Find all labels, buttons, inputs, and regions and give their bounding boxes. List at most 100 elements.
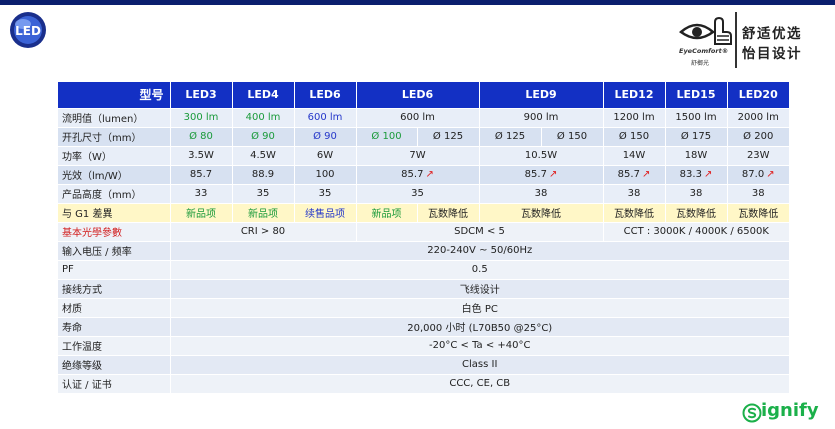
cell: -20°C < Ta < +40°C [169,335,789,355]
cell: 600 lm [355,107,479,127]
cell: 20,000 小时 (L70B50 @25°C) [169,316,789,336]
header-led4: LED4 [231,82,294,108]
top-accent-bar [0,0,835,5]
spec-table: 型号 LED3 LED4 LED6 LED6 LED9 LED12 LED15 … [58,82,789,393]
eyecomfort-brand: EyeComfort® 舒榔光 舒适优选 怡目设计 [677,10,829,70]
cell: 10.5W [478,145,603,165]
cell: Ø 125 [416,126,479,146]
row-label: 寿命 [58,316,170,336]
cell: 新品项 [355,202,417,222]
cell: 35 [355,183,479,203]
table-row-certification: 认证 / 证书 CCC, CE, CB [58,373,789,393]
brand-slogan-line1: 舒适优选 [742,26,802,42]
table-row-material: 材质 白色 PC [58,297,789,317]
cell: 18W [664,145,727,165]
cell: 85.7 [169,164,232,184]
cell: 88.9 [231,164,294,184]
brand-divider [735,12,737,68]
cell: 35 [231,183,294,203]
row-label: 与 G1 差異 [58,202,170,222]
header-led12: LED12 [602,82,665,108]
cell: 7W [355,145,479,165]
cell: 400 lm [231,107,294,127]
cell: 900 lm [478,107,603,127]
header-led15: LED15 [664,82,727,108]
cell: 续售品项 [293,202,356,222]
table-row-temperature: 工作温度 -20°C < Ta < +40°C [58,335,789,355]
header-led20: LED20 [726,82,789,108]
cell: 300 lm [169,107,232,127]
cell: 85.7 ↗ [355,164,479,184]
cell: SDCM < 5 [355,221,603,241]
cell: 3.5W [169,145,232,165]
cell: 瓦数降低 [664,202,727,222]
led-logo-icon: LED [10,12,46,48]
row-label: 输入电压 / 频率 [58,240,170,260]
signify-s-icon [742,403,762,423]
row-label: PF [58,259,170,279]
table-row-cutout: 开孔尺寸（mm） Ø 80 Ø 90 Ø 90 Ø 100 Ø 125 Ø 12… [58,126,789,146]
cell: 87.0 ↗ [726,164,789,184]
cell: Class II [169,354,789,374]
row-label: 光效（lm/W） [58,164,170,184]
table-header-row: 型号 LED3 LED4 LED6 LED6 LED9 LED12 LED15 … [58,82,789,108]
cell-value: 85.7 [401,169,424,180]
cell: 白色 PC [169,297,789,317]
cell: 6W [293,145,356,165]
header-led9: LED9 [478,82,603,108]
cell: 85.7 ↗ [602,164,665,184]
cell: Ø 175 [664,126,727,146]
row-label: 接线方式 [58,278,170,298]
table-row-power: 功率（W） 3.5W 4.5W 6W 7W 10.5W 14W 18W 23W [58,145,789,165]
up-arrow-icon: ↗ [766,169,775,180]
cell: 1500 lm [664,107,727,127]
row-label: 功率（W） [58,145,170,165]
cell: 新品项 [169,202,232,222]
cell-value: 83.3 [679,169,702,180]
header-model: 型号 [58,82,170,108]
row-label: 流明值（lumen） [58,107,170,127]
cell: Ø 80 [169,126,232,146]
cell: 新品项 [231,202,294,222]
cell: 23W [726,145,789,165]
cell: Ø 150 [602,126,665,146]
cell: 35 [293,183,356,203]
cell: 4.5W [231,145,294,165]
cell: 38 [478,183,603,203]
cell: 瓦数降低 [726,202,789,222]
row-label: 产品高度（mm） [58,183,170,203]
header-led6b: LED6 [355,82,479,108]
row-label: 开孔尺寸（mm） [58,126,170,146]
up-arrow-icon: ↗ [548,169,558,180]
up-arrow-icon: ↗ [703,169,713,180]
eyecomfort-sub-label: 舒榔光 [691,60,710,67]
cell: 38 [664,183,727,203]
table-row-insulation: 绝缘等级 Class II [58,354,789,374]
table-row-optical: 基本光學參數 CRI > 80 SDCM < 5 CCT : 3000K / 4… [58,221,789,241]
signify-logo: ignify [742,399,828,427]
table-row-g1-diff: 与 G1 差異 新品项 新品项 续售品项 新品项 瓦数降低 瓦数降低 瓦数降低 … [58,202,789,222]
cell-value: 85.7 [524,169,547,180]
cell: 85.7 ↗ [478,164,603,184]
cell: 220-240V ~ 50/60Hz [169,240,789,260]
cell: 1200 lm [602,107,665,127]
table-row-efficacy: 光效（lm/W） 85.7 88.9 100 85.7 ↗ 85.7 ↗ 85.7 ↗… [58,164,789,184]
cell-value: 87.0 [741,169,765,180]
row-label: 工作温度 [58,335,170,355]
cell: 38 [726,183,789,203]
up-arrow-icon: ↗ [425,169,434,180]
cell: Ø 150 [540,126,603,146]
cell: 0.5 [169,259,789,279]
cell-value: 85.7 [617,169,640,180]
led-logo-text: LED [15,24,41,38]
cell: 33 [169,183,232,203]
table-row-pf: PF 0.5 [58,259,789,279]
row-label: 基本光學參數 [58,221,170,241]
cell: 瓦数降低 [602,202,665,222]
table-row-lumen: 流明值（lumen） 300 lm 400 lm 600 lm 600 lm 9… [58,107,789,127]
header-led3: LED3 [169,82,232,108]
cell: Ø 100 [355,126,417,146]
eyecomfort-label: EyeComfort® [679,47,729,55]
header-led6a: LED6 [293,82,356,108]
signify-wordmark: ignify [761,400,819,421]
